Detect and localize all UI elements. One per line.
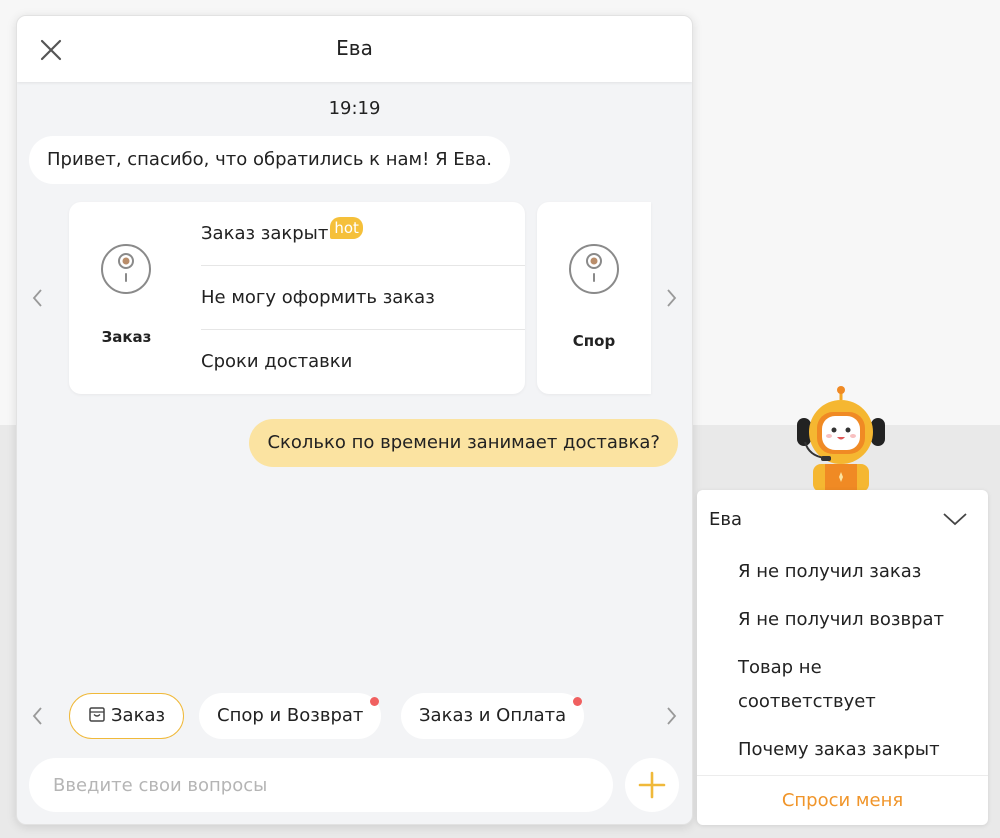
question-input[interactable]: [29, 758, 613, 812]
faq-item-label: Заказ закрыт: [201, 223, 329, 244]
faq-card-category: Заказ: [101, 328, 152, 346]
chip-label: Заказ и Оплата: [419, 705, 567, 726]
chevron-down-icon[interactable]: [942, 510, 968, 528]
panel-title: Ева: [709, 509, 743, 530]
chip-dispute-return[interactable]: Спор и Возврат: [199, 693, 382, 739]
bag-icon: [89, 707, 105, 722]
user-message: Сколько по времени занимает доставка?: [249, 419, 678, 467]
chips-next-icon[interactable]: [663, 704, 679, 728]
quick-questions-panel: Ева Я не получил заказ Я не получил возв…: [697, 490, 988, 825]
faq-card-order: Заказ Заказ закрыт hot Не могу оформить з…: [69, 202, 525, 394]
chat-header: Ева: [17, 16, 692, 82]
faq-item[interactable]: Сроки доставки: [201, 330, 525, 394]
faq-item-label: Сроки доставки: [201, 351, 353, 372]
carousel-next-icon[interactable]: [663, 286, 679, 310]
add-button[interactable]: [625, 758, 679, 812]
carousel-prev-icon[interactable]: [30, 286, 46, 310]
chat-title: Ева: [336, 36, 373, 60]
faq-item-label: Не могу оформить заказ: [201, 287, 435, 308]
disc-icon: [101, 244, 151, 294]
hot-badge: hot: [330, 217, 363, 239]
faq-list: Заказ закрыт hot Не могу оформить заказ С…: [201, 202, 525, 394]
panel-question-item[interactable]: Товар не соответствует: [738, 651, 908, 719]
disc-icon: [569, 244, 619, 294]
notification-dot: [573, 697, 583, 706]
robot-mascot-icon[interactable]: [795, 384, 887, 492]
ask-me-button[interactable]: Спроси меня: [697, 776, 988, 825]
faq-item[interactable]: Не могу оформить заказ: [201, 266, 525, 330]
faq-card-dispute[interactable]: Спор: [537, 202, 651, 394]
faq-card-category: Спор: [572, 332, 616, 350]
panel-question-item[interactable]: Я не получил возврат: [738, 603, 968, 637]
bot-message: Привет, спасибо, что обратились к нам! Я…: [29, 136, 511, 184]
notification-dot: [370, 697, 380, 706]
panel-question-item[interactable]: Почему заказ закрыт: [738, 733, 968, 767]
chip-label: Спор и Возврат: [217, 705, 364, 726]
chips-prev-icon[interactable]: [30, 704, 46, 728]
chat-window: Ева 19:19 Привет, спасибо, что обратилис…: [16, 15, 693, 825]
chip-label: Заказ: [111, 705, 166, 726]
plus-icon: [638, 771, 666, 799]
message-timestamp: 19:19: [328, 98, 381, 119]
chip-order[interactable]: Заказ: [69, 693, 185, 739]
faq-item[interactable]: Заказ закрыт hot: [201, 202, 525, 266]
panel-question-item[interactable]: Я не получил заказ: [738, 555, 968, 589]
chip-order-payment[interactable]: Заказ и Оплата: [401, 693, 585, 739]
